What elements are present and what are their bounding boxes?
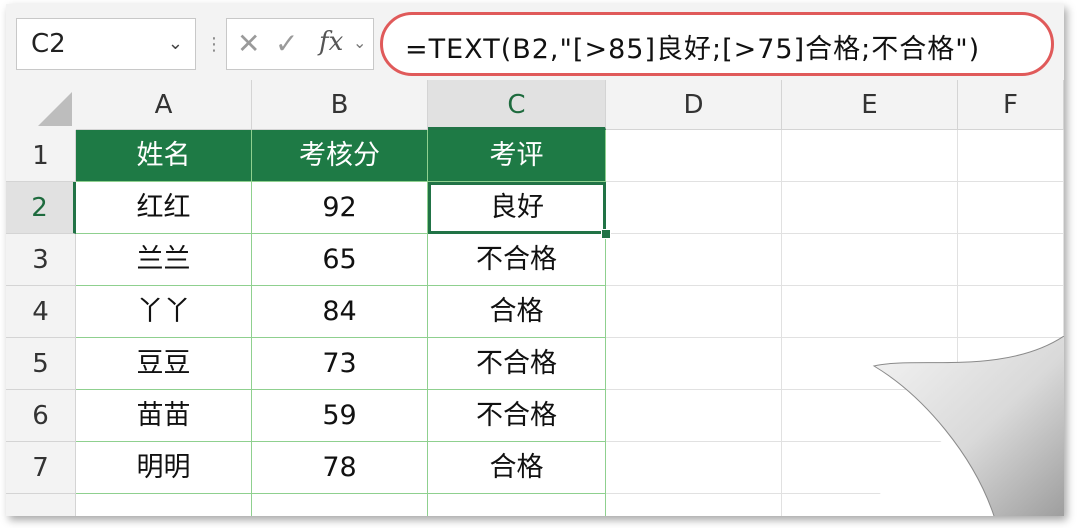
row-header-5[interactable]: 5 [6,338,76,390]
empty-cell[interactable] [782,182,958,234]
table-cell[interactable]: 78 [252,442,428,494]
column-header-f[interactable]: F [958,80,1064,130]
row-header-8[interactable] [6,494,76,516]
formula-text: =TEXT(B2,"[>85]良好;[>75]合格;不合格") [405,34,981,65]
table-cell[interactable]: 苗苗 [76,390,252,442]
column-header-e[interactable]: E [782,80,958,130]
empty-cell[interactable] [606,286,782,338]
insert-function-icon[interactable]: fx [319,27,343,57]
table-cell[interactable] [428,494,606,516]
table-cell[interactable]: 92 [252,182,428,234]
empty-cell[interactable] [782,234,958,286]
page-curl-decoration [854,336,1064,516]
row-header-4[interactable]: 4 [6,286,76,338]
empty-cell[interactable] [958,130,1064,182]
active-cell[interactable]: 良好 [428,182,606,234]
empty-cell[interactable] [606,442,782,494]
column-header-c[interactable]: C [428,80,606,130]
empty-cell[interactable] [958,234,1064,286]
row-header-2[interactable]: 2 [6,182,76,234]
empty-cell[interactable] [958,182,1064,234]
table-cell[interactable]: 不合格 [428,390,606,442]
empty-cell[interactable] [606,494,782,516]
drag-handle-icon[interactable]: ⋮ [205,34,223,55]
table-cell[interactable]: 73 [252,338,428,390]
table-header-name[interactable]: 姓名 [76,130,252,182]
formula-bar: C2 ⌄ ⋮ ✕ ✓ fx ⌄ =TEXT(B2,"[>85]良好;[>75]合… [6,4,1064,81]
column-header-d[interactable]: D [606,80,782,130]
table-cell[interactable] [76,494,252,516]
row-header-1[interactable]: 1 [6,130,76,182]
table-cell[interactable]: 84 [252,286,428,338]
table-cell[interactable]: 豆豆 [76,338,252,390]
formula-input[interactable]: =TEXT(B2,"[>85]良好;[>75]合格;不合格") [380,12,1054,76]
enter-icon[interactable]: ✓ [275,27,298,60]
table-cell[interactable]: 红红 [76,182,252,234]
column-header-a[interactable]: A [76,80,252,130]
column-header-b[interactable]: B [252,80,428,130]
table-cell[interactable]: 不合格 [428,234,606,286]
empty-cell[interactable] [606,390,782,442]
table-cell[interactable]: 59 [252,390,428,442]
empty-cell[interactable] [782,286,958,338]
row-header-3[interactable]: 3 [6,234,76,286]
name-box-value: C2 [31,29,66,59]
chevron-down-icon[interactable]: ⌄ [353,33,366,52]
empty-cell[interactable] [606,234,782,286]
table-cell[interactable]: 明明 [76,442,252,494]
empty-cell[interactable] [606,338,782,390]
empty-cell[interactable] [606,130,782,182]
formula-actions: ✕ ✓ fx ⌄ [226,18,374,70]
table-cell[interactable]: 丫丫 [76,286,252,338]
table-cell[interactable]: 合格 [428,442,606,494]
empty-cell[interactable] [782,130,958,182]
table-header-score[interactable]: 考核分 [252,130,428,182]
table-cell[interactable]: 65 [252,234,428,286]
table-cell[interactable]: 合格 [428,286,606,338]
fill-handle[interactable] [601,229,611,239]
select-all-button[interactable] [6,80,77,131]
empty-cell[interactable] [958,286,1064,338]
row-header-6[interactable]: 6 [6,390,76,442]
name-box[interactable]: C2 ⌄ [16,18,196,70]
table-header-rating[interactable]: 考评 [428,130,606,182]
empty-cell[interactable] [606,182,782,234]
cancel-icon[interactable]: ✕ [237,27,260,60]
table-cell[interactable] [252,494,428,516]
table-cell[interactable]: 不合格 [428,338,606,390]
table-cell[interactable]: 兰兰 [76,234,252,286]
chevron-down-icon[interactable]: ⌄ [168,33,183,54]
row-header-7[interactable]: 7 [6,442,76,494]
spreadsheet-window: C2 ⌄ ⋮ ✕ ✓ fx ⌄ =TEXT(B2,"[>85]良好;[>75]合… [6,4,1064,516]
